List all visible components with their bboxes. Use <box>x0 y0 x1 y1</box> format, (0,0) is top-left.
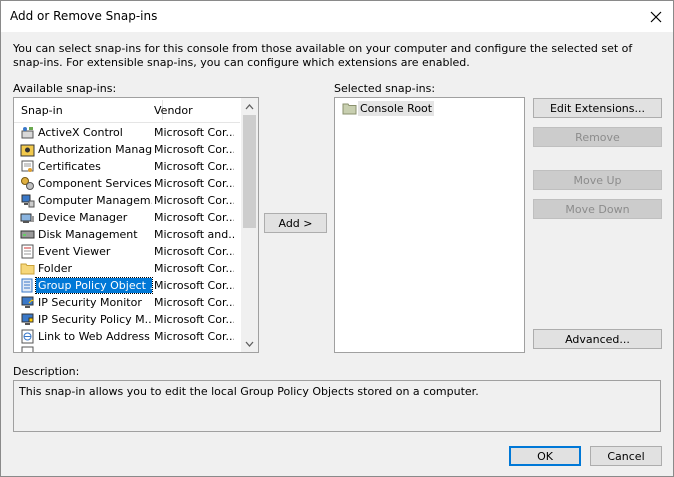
advanced-label: Advanced... <box>565 332 630 346</box>
partial-item-icon <box>21 346 34 352</box>
list-item-vendor: Microsoft and... <box>154 228 234 241</box>
column-header-vendor[interactable]: Vendor <box>154 104 193 117</box>
remove-label: Remove <box>575 130 620 144</box>
advanced-button[interactable]: Advanced... <box>533 329 662 349</box>
ip-security-policy-icon <box>21 313 34 325</box>
remove-button[interactable]: Remove <box>533 127 662 147</box>
ip-security-monitor-icon <box>21 296 34 308</box>
list-item-name: Device Manager <box>38 211 128 224</box>
authorization-icon <box>20 144 35 157</box>
list-item-name: Computer Managem... <box>38 194 152 207</box>
available-snapins-label: Available snap-ins: <box>13 82 117 95</box>
list-item-vendor: Microsoft Cor... <box>154 279 234 292</box>
scroll-thumb[interactable] <box>243 115 256 228</box>
group-policy-icon <box>21 278 33 293</box>
chevron-up-icon <box>245 103 254 109</box>
list-header: Snap-in Vendor <box>14 98 240 123</box>
add-button-label: Add > <box>278 216 313 230</box>
list-item-name: Folder <box>38 262 72 275</box>
disk-icon <box>20 230 35 239</box>
chevron-down-icon <box>245 341 254 347</box>
computer-management-icon <box>21 194 35 208</box>
list-item[interactable]: IP Security Monitor Microsoft Cor... <box>14 294 240 311</box>
list-item-name: Link to Web Address <box>38 330 150 343</box>
certificate-icon <box>21 160 34 172</box>
list-item-name: Component Services <box>38 177 152 190</box>
list-item-selected[interactable]: Group Policy Object ... Microsoft Cor... <box>14 277 240 294</box>
title-bar: Add or Remove Snap-ins <box>1 1 673 32</box>
selected-snapins-label: Selected snap-ins: <box>334 82 436 95</box>
list-item[interactable]: Authorization Manager Microsoft Cor... <box>14 141 240 158</box>
close-button[interactable] <box>639 1 673 32</box>
list-item[interactable]: Device Manager Microsoft Cor... <box>14 209 240 226</box>
list-item-vendor: Microsoft Cor... <box>154 126 234 139</box>
list-item[interactable]: Folder Microsoft Cor... <box>14 260 240 277</box>
cancel-label: Cancel <box>607 449 645 463</box>
component-services-icon <box>21 177 34 190</box>
tree-item-console-root[interactable]: Console Root <box>340 100 460 117</box>
window-title: Add or Remove Snap-ins <box>10 9 158 23</box>
folder-icon <box>20 263 35 275</box>
list-item-name: Certificates <box>38 160 101 173</box>
scroll-down-button[interactable] <box>241 335 258 352</box>
column-header-snapin[interactable]: Snap-in <box>21 104 63 117</box>
list-item-name: Group Policy Object ... <box>35 277 153 294</box>
list-item-vendor: Microsoft Cor... <box>154 160 234 173</box>
list-item-name: Disk Management <box>38 228 138 241</box>
list-item-vendor: Microsoft Cor... <box>154 296 234 309</box>
list-item[interactable]: IP Security Policy M... Microsoft Cor... <box>14 311 240 328</box>
available-snapins-list[interactable]: Snap-in Vendor ActiveX Control Microsoft… <box>13 97 259 353</box>
scroll-up-button[interactable] <box>241 98 258 115</box>
device-manager-icon <box>20 213 34 223</box>
move-up-button[interactable]: Move Up <box>533 170 662 190</box>
list-item-name: Authorization Manager <box>38 143 152 156</box>
list-item-vendor: Microsoft Cor... <box>154 194 234 207</box>
list-item[interactable]: Link to Web Address Microsoft Cor... <box>14 328 240 345</box>
list-item-name: ActiveX Control <box>38 126 123 139</box>
list-item[interactable]: Computer Managem... Microsoft Cor... <box>14 192 240 209</box>
list-item-vendor: Microsoft Cor... <box>154 177 234 190</box>
edit-extensions-button[interactable]: Edit Extensions... <box>533 98 662 118</box>
move-up-label: Move Up <box>573 173 622 187</box>
list-item[interactable]: Event Viewer Microsoft Cor... <box>14 243 240 260</box>
add-button[interactable]: Add > <box>264 213 327 233</box>
add-remove-snapins-dialog: Add or Remove Snap-ins You can select sn… <box>0 0 674 477</box>
selected-snapins-list[interactable]: Console Root <box>334 97 525 353</box>
move-down-button[interactable]: Move Down <box>533 199 662 219</box>
list-item[interactable]: ActiveX Control Microsoft Cor... <box>14 124 240 141</box>
list-item-partial[interactable] <box>14 345 240 352</box>
available-list-scrollbar[interactable] <box>241 98 258 352</box>
list-item-vendor: Microsoft Cor... <box>154 313 234 326</box>
list-item[interactable]: Component Services Microsoft Cor... <box>14 175 240 192</box>
folder-icon <box>342 103 357 115</box>
list-item-name: IP Security Policy M... <box>38 313 152 326</box>
cancel-button[interactable]: Cancel <box>590 446 662 466</box>
description-box: This snap-in allows you to edit the loca… <box>13 380 661 432</box>
list-item-vendor: Microsoft Cor... <box>154 330 234 343</box>
web-link-icon <box>21 329 34 344</box>
tree-item-label: Console Root <box>358 101 435 116</box>
ok-button[interactable]: OK <box>509 446 581 466</box>
list-item[interactable]: Disk Management Microsoft and... <box>14 226 240 243</box>
list-item[interactable]: Certificates Microsoft Cor... <box>14 158 240 175</box>
close-icon <box>650 11 662 22</box>
list-item-name: IP Security Monitor <box>38 296 142 309</box>
list-item-vendor: Microsoft Cor... <box>154 245 234 258</box>
list-item-vendor: Microsoft Cor... <box>154 143 234 156</box>
description-label: Description: <box>13 365 80 378</box>
move-down-label: Move Down <box>565 202 630 216</box>
list-item-vendor: Microsoft Cor... <box>154 262 234 275</box>
intro-text: You can select snap-ins for this console… <box>13 42 633 69</box>
description-text: This snap-in allows you to edit the loca… <box>19 385 479 398</box>
ok-label: OK <box>537 449 553 463</box>
list-item-name: Event Viewer <box>38 245 111 258</box>
event-viewer-icon <box>21 244 34 259</box>
activex-icon <box>21 127 34 139</box>
list-item-vendor: Microsoft Cor... <box>154 211 234 224</box>
edit-extensions-label: Edit Extensions... <box>549 101 646 115</box>
